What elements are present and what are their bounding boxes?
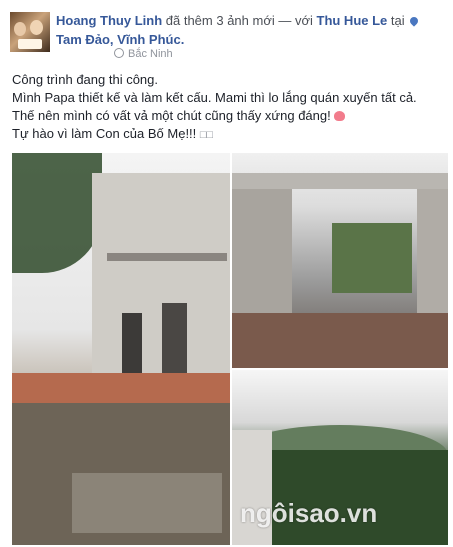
at-text: tại [387, 13, 405, 28]
tagged-friend-link[interactable]: Thu Hue Le [317, 13, 388, 28]
globe-icon [114, 48, 124, 58]
post-line-3: Tự hào vì làm Con của Bố Mẹ!!! [12, 126, 197, 141]
post-header: Hoang Thuy Linh đã thêm 3 ảnh mới — với … [56, 11, 446, 49]
action-text: đã thêm 3 ảnh mới — với [162, 13, 317, 28]
author-name-link[interactable]: Hoang Thuy Linh [56, 13, 162, 28]
watermark-logo: ngôisao.vn [240, 498, 378, 528]
location-link[interactable]: Tam Đảo, Vĩnh Phúc. [56, 32, 184, 47]
heart-emoji-icon [334, 111, 346, 121]
missing-glyph-boxes: □□ [199, 129, 214, 141]
meta-place[interactable]: Bắc Ninh [128, 48, 173, 60]
post-line-2: Mình Papa thiết kế và làm kết cấu. Mami … [12, 90, 417, 123]
post-meta: Bắc Ninh [114, 48, 173, 60]
post-text: Công trình đang thi công. Mình Papa thiế… [12, 71, 442, 144]
photo-ground-floor-porch[interactable] [232, 153, 448, 368]
location-pin-icon [408, 15, 420, 27]
author-avatar[interactable] [10, 12, 50, 52]
facebook-post: Hoang Thuy Linh đã thêm 3 ảnh mới — với … [0, 0, 453, 547]
photo-house-under-construction[interactable] [12, 153, 230, 545]
post-line-1: Công trình đang thi công. [12, 72, 158, 87]
